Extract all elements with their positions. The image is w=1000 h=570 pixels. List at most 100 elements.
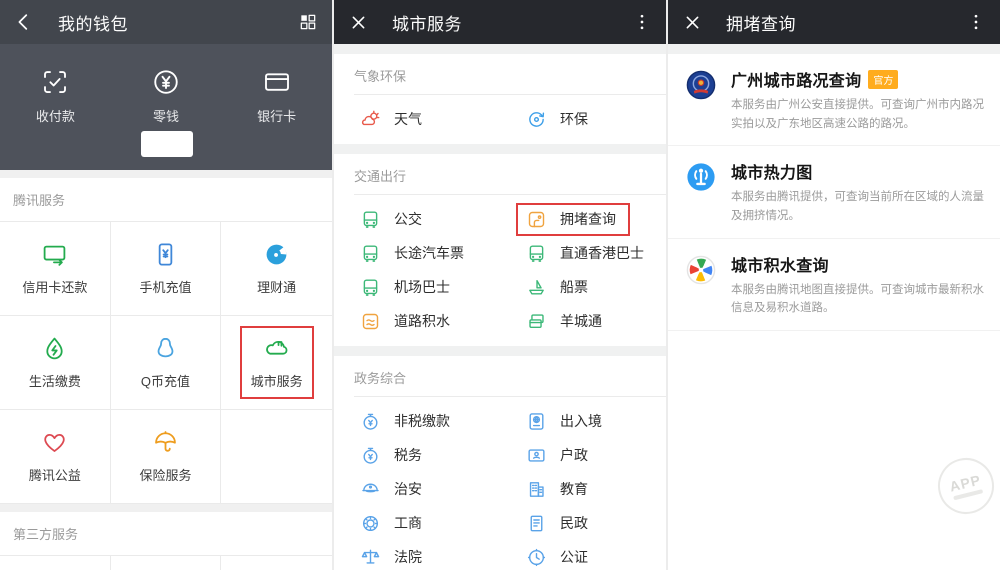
city-service-icon xyxy=(263,335,290,362)
bus-icon xyxy=(526,243,547,264)
service-grid: 信用卡还款手机充值理财通生活缴费Q币充值城市服务腾讯公益 保险服务 xyxy=(0,221,332,504)
grid-item-wealth[interactable]: 理财通 xyxy=(221,222,332,316)
city-item-bus[interactable]: 机场巴士 xyxy=(334,270,500,304)
grid4-icon[interactable] xyxy=(297,11,319,33)
close-icon[interactable] xyxy=(681,11,703,33)
city-section: 政务综合非税缴款出入境税务户政治安教育工商民政法院公证 xyxy=(334,356,666,570)
weather-icon xyxy=(360,109,381,130)
city-item-gauge[interactable]: 税务 xyxy=(334,438,500,472)
grid-item-empty xyxy=(111,556,222,570)
page-title: 拥堵查询 xyxy=(726,10,965,35)
city-sections: 气象环保天气 环保交通出行公交 拥堵查询长途汽车票直通香港巴士机场巴士 船票道路积水羊… xyxy=(334,44,666,570)
city-item-bus[interactable]: 直通香港巴士 xyxy=(500,236,666,270)
heatmap-icon xyxy=(684,160,718,194)
phone-recharge-icon xyxy=(152,241,179,268)
city-item-congestion-road[interactable]: 拥堵查询 xyxy=(500,202,666,236)
city-item-yct-card[interactable]: 羊城通 xyxy=(500,304,666,338)
section-label: 第三方服务 xyxy=(0,512,332,555)
kebab-menu-icon[interactable] xyxy=(965,11,987,33)
congestion-road-icon xyxy=(526,209,547,230)
grid-item-utility[interactable]: 生活缴费 xyxy=(0,316,111,410)
gauge-icon xyxy=(360,411,381,432)
city-item-civil-doc[interactable]: 民政 xyxy=(500,506,666,540)
service-item-police-badge[interactable]: 广州城市路况查询官方本服务由广州公安直接提供。可查询广州市内路况实拍以及广东地区… xyxy=(668,54,1000,145)
service-description: 本服务由腾讯提供，可查询当前所在区域的人流量及拥挤情况。 xyxy=(731,188,990,225)
service-row: 法院 公证 xyxy=(334,540,666,570)
city-item-id-card[interactable]: 户政 xyxy=(500,438,666,472)
city-item-label: 民政 xyxy=(560,513,588,533)
credit-card-icon xyxy=(41,241,68,268)
service-row: 治安 教育 xyxy=(334,472,666,506)
service-row: 工商 民政 xyxy=(334,506,666,540)
city-item-label: 公交 xyxy=(394,209,422,229)
grid-item-empty xyxy=(0,556,111,570)
city-item-label: 环保 xyxy=(560,109,588,129)
service-row: 机场巴士 船票 xyxy=(334,270,666,304)
service-item-map-pinwheel[interactable]: 城市积水查询本服务由腾讯地图直接提供。可查询城市最新积水信息及易积水道路。 xyxy=(668,239,1000,330)
grid-item-label: 腾讯公益 xyxy=(29,465,81,484)
service-title: 城市热力图 xyxy=(731,165,813,182)
city-item-boat[interactable]: 船票 xyxy=(500,270,666,304)
service-row: 非税缴款出入境 xyxy=(334,404,666,438)
id-card-icon xyxy=(526,445,547,466)
city-item-gauge[interactable]: 非税缴款 xyxy=(334,404,500,438)
wallet-quick-actions: 收付款 零钱 银行卡 xyxy=(0,44,332,170)
section-label: 交通出行 xyxy=(334,166,666,194)
grid-item-charity-heart[interactable]: 腾讯公益 xyxy=(0,410,111,504)
city-item-road-water[interactable]: 道路积水 xyxy=(334,304,500,338)
section-gap xyxy=(334,346,666,356)
police-badge-icon xyxy=(684,68,718,102)
city-item-notary[interactable]: 公证 xyxy=(500,540,666,570)
city-item-label: 法院 xyxy=(394,547,422,567)
city-item-police-cap[interactable]: 治安 xyxy=(334,472,500,506)
service-row: 税务 户政 xyxy=(334,438,666,472)
police-cap-icon xyxy=(360,479,381,500)
city-item-seal[interactable]: 工商 xyxy=(334,506,500,540)
kebab-menu-icon[interactable] xyxy=(631,11,653,33)
screenshot-root: 我的钱包 收付款零钱银行卡 腾讯服务信用卡还款手机充值理财通生活缴费Q币充值城市… xyxy=(0,0,1000,570)
city-item-label: 机场巴士 xyxy=(394,277,450,297)
grid-item-empty xyxy=(221,556,332,570)
back-icon[interactable] xyxy=(13,11,35,33)
city-item-weather[interactable]: 天气 xyxy=(334,102,500,136)
grid-item-qq[interactable]: Q币充值 xyxy=(111,316,222,410)
city-item-bus[interactable]: 长途汽车票 xyxy=(334,236,500,270)
bus-icon xyxy=(360,209,381,230)
city-item-court-scales[interactable]: 法院 xyxy=(334,540,500,570)
service-row: 长途汽车票直通香港巴士 xyxy=(334,236,666,270)
section-label: 气象环保 xyxy=(334,66,666,94)
grid-item-insurance[interactable]: 保险服务 xyxy=(111,410,222,504)
service-item-heatmap[interactable]: 城市热力图本服务由腾讯提供，可查询当前所在区域的人流量及拥挤情况。 xyxy=(668,146,1000,237)
qq-icon xyxy=(152,335,179,362)
scan-pay-icon xyxy=(40,67,70,97)
congestion-panel: 拥堵查询 广州城市路况查询官方本服务由广州公安直接提供。可查询广州市内路况实拍以… xyxy=(668,0,1000,570)
city-item-label: 治安 xyxy=(394,479,422,499)
grid-item-label: 城市服务 xyxy=(251,371,303,390)
city-item-label: 工商 xyxy=(394,513,422,533)
utility-icon xyxy=(41,335,68,362)
grid-item-phone-recharge[interactable]: 手机充值 xyxy=(111,222,222,316)
city-item-label: 天气 xyxy=(394,109,422,129)
grid-item-city-service[interactable]: 城市服务 xyxy=(221,316,332,410)
city-item-bus[interactable]: 公交 xyxy=(334,202,500,236)
service-body: 广州城市路况查询官方本服务由广州公安直接提供。可查询广州市内路况实拍以及广东地区… xyxy=(731,67,990,133)
service-body: 城市热力图本服务由腾讯提供，可查询当前所在区域的人流量及拥挤情况。 xyxy=(731,159,990,225)
notary-icon xyxy=(526,547,547,568)
service-row: 公交 拥堵查询 xyxy=(334,202,666,236)
city-item-passport[interactable]: 出入境 xyxy=(500,404,666,438)
action-label: 收付款 xyxy=(36,106,75,125)
grid-item-credit-card[interactable]: 信用卡还款 xyxy=(0,222,111,316)
city-item-edu-building[interactable]: 教育 xyxy=(500,472,666,506)
close-icon[interactable] xyxy=(347,11,369,33)
city-item-eco[interactable]: 环保 xyxy=(500,102,666,136)
service-row: 天气 环保 xyxy=(334,102,666,136)
city-item-label: 户政 xyxy=(560,445,588,465)
wallet-action-scan-pay[interactable]: 收付款 xyxy=(0,44,111,170)
passport-icon xyxy=(526,411,547,432)
yct-card-icon xyxy=(526,311,547,332)
wallet-action-bank-card[interactable]: 银行卡 xyxy=(221,44,332,170)
official-badge: 官方 xyxy=(868,70,898,89)
city-services-panel: 城市服务 气象环保天气环保交通出行公交拥堵查询长途汽车票直通香港巴士机场巴士船票… xyxy=(334,0,666,570)
action-label: 零钱 xyxy=(153,106,179,125)
service-list: 广州城市路况查询官方本服务由广州公安直接提供。可查询广州市内路况实拍以及广东地区… xyxy=(668,54,1000,331)
